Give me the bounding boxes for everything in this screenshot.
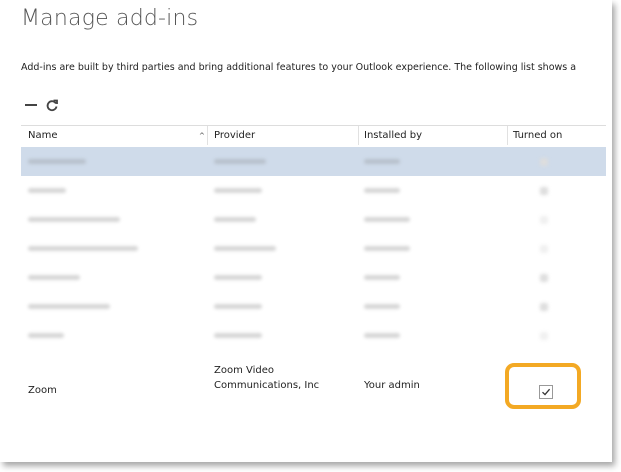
table-row[interactable] xyxy=(21,147,606,176)
column-header-turned-on[interactable]: Turned on xyxy=(513,130,562,141)
table-row[interactable] xyxy=(21,263,606,292)
obscured-addin-installed-by xyxy=(364,217,410,222)
table-row[interactable] xyxy=(21,292,606,321)
addin-name: Zoom xyxy=(28,385,57,396)
obscured-addin-installed-by xyxy=(364,188,400,193)
column-header-provider[interactable]: Provider xyxy=(214,130,255,141)
addin-installed-by: Your admin xyxy=(364,380,420,391)
refresh-icon[interactable] xyxy=(45,98,59,112)
obscured-addin-name xyxy=(28,188,66,193)
obscured-addin-name xyxy=(28,246,138,251)
zoom-turned-on-checkbox[interactable] xyxy=(539,385,553,399)
obscured-addin-name xyxy=(28,304,110,309)
column-divider[interactable] xyxy=(507,126,508,145)
obscured-turned-on-checkbox[interactable] xyxy=(540,187,548,195)
obscured-addin-installed-by xyxy=(364,159,400,164)
obscured-addin-installed-by xyxy=(364,275,400,280)
page-description: Add-ins are built by third parties and b… xyxy=(21,62,577,73)
obscured-addin-installed-by xyxy=(364,333,400,338)
obscured-addin-provider xyxy=(214,275,262,280)
checkmark-icon xyxy=(542,388,551,396)
obscured-addin-provider xyxy=(214,333,262,338)
page-title: Manage add-ins xyxy=(21,6,199,31)
sort-ascending-icon: ^ xyxy=(199,132,205,140)
obscured-turned-on-checkbox[interactable] xyxy=(540,332,548,340)
obscured-addin-name xyxy=(28,217,120,222)
column-divider[interactable] xyxy=(207,126,208,145)
obscured-addin-name xyxy=(28,159,86,164)
obscured-turned-on-checkbox[interactable] xyxy=(540,245,548,253)
table-row[interactable] xyxy=(21,205,606,234)
addin-provider-line1: Zoom Video xyxy=(214,365,275,376)
toolbar xyxy=(25,98,59,112)
obscured-turned-on-checkbox[interactable] xyxy=(540,303,548,311)
obscured-addin-provider xyxy=(214,188,262,193)
obscured-turned-on-checkbox[interactable] xyxy=(540,158,548,166)
manage-addins-panel: Manage add-ins Add-ins are built by thir… xyxy=(0,0,612,462)
obscured-addin-provider xyxy=(214,246,276,251)
column-divider[interactable] xyxy=(358,126,359,145)
minus-icon[interactable] xyxy=(25,104,37,106)
addin-provider-line2: Communications, Inc xyxy=(214,380,320,391)
table-header: Name ^ Provider Installed by Turned on xyxy=(21,125,606,146)
obscured-addin-provider xyxy=(214,217,256,222)
obscured-turned-on-checkbox[interactable] xyxy=(540,274,548,282)
obscured-addin-installed-by xyxy=(364,304,400,309)
obscured-addin-name xyxy=(28,333,64,338)
obscured-turned-on-checkbox[interactable] xyxy=(540,216,548,224)
column-header-installed-by[interactable]: Installed by xyxy=(364,130,422,141)
obscured-addin-installed-by xyxy=(364,246,410,251)
obscured-addin-name xyxy=(28,275,80,280)
table-row[interactable] xyxy=(21,234,606,263)
obscured-addin-provider xyxy=(214,159,266,164)
column-header-name[interactable]: Name xyxy=(28,130,58,141)
table-row[interactable] xyxy=(21,176,606,205)
obscured-addin-provider xyxy=(214,304,262,309)
table-row[interactable] xyxy=(21,321,606,350)
